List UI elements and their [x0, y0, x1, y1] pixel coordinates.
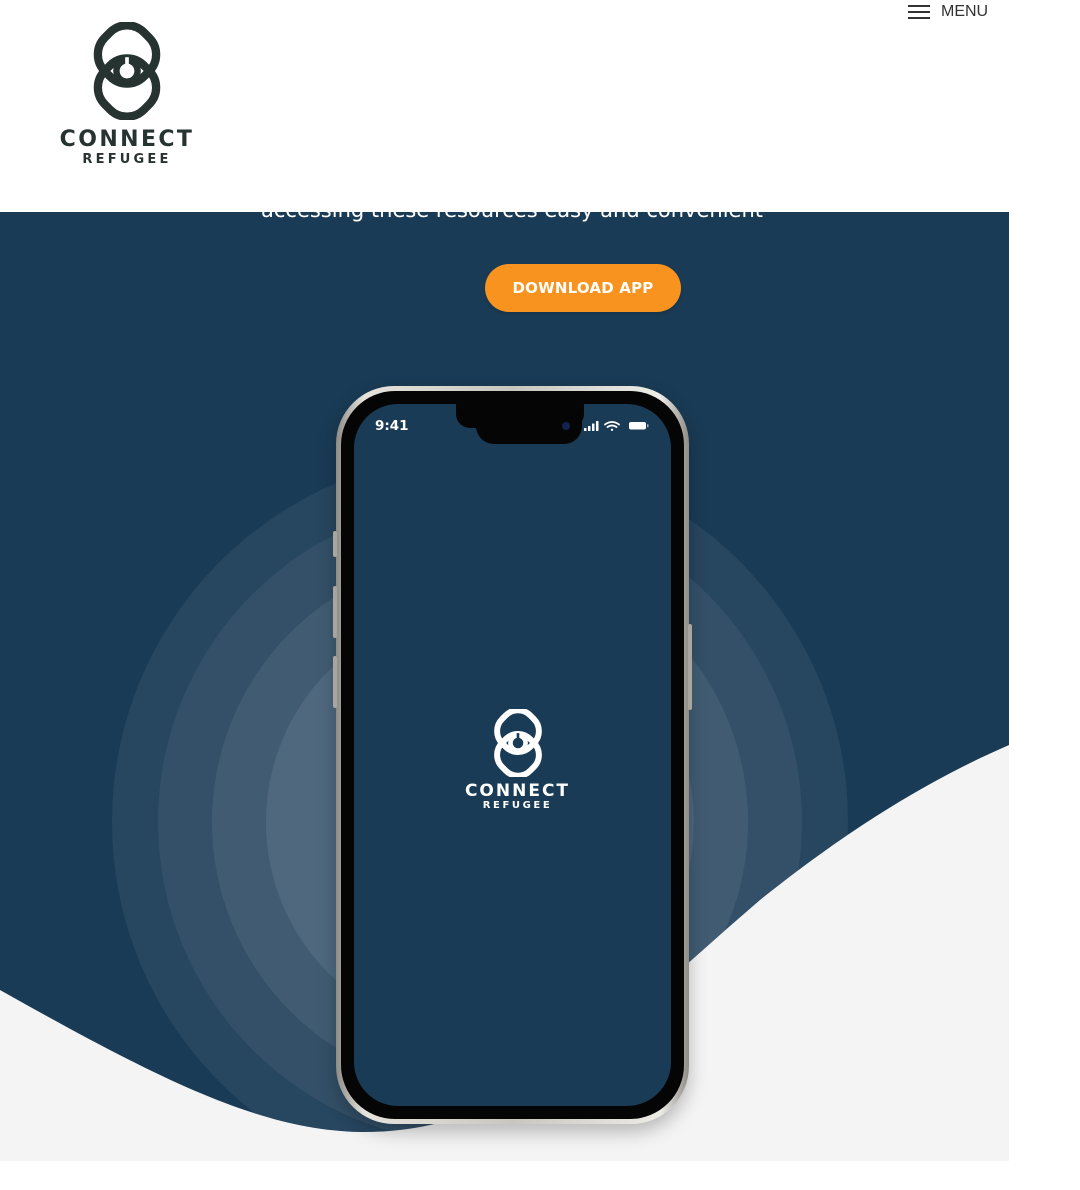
wifi-icon [604, 421, 620, 431]
logo-wordmark: CONNECT [59, 127, 195, 152]
site-header: CONNECT REFUGEE MENU [0, 0, 1009, 212]
phone-power-button [688, 624, 692, 710]
phone-notch [476, 404, 582, 444]
page: accessing these resources easy and conve… [0, 0, 1080, 1190]
signal-icon [584, 421, 599, 431]
status-icons [584, 421, 649, 431]
menu-toggle-button[interactable]: MENU [908, 0, 988, 24]
hamburger-icon [908, 4, 930, 20]
download-app-button[interactable]: DOWNLOAD APP [485, 264, 681, 312]
logo-subtitle: REFUGEE [82, 152, 172, 167]
battery-icon [629, 422, 649, 430]
page-viewport: accessing these resources easy and conve… [0, 0, 1009, 1161]
phone-mockup: 9:41 CONNECT REFUGEE [333, 386, 692, 1124]
menu-label: MENU [941, 3, 989, 20]
phone-mute-switch [333, 531, 337, 557]
connect-refugee-logo-icon [93, 22, 161, 120]
site-logo[interactable]: CONNECT REFUGEE [57, 22, 197, 174]
phone-screen: 9:41 CONNECT REFUGEE [354, 404, 671, 1106]
splash-logo: CONNECT REFUGEE [354, 709, 671, 812]
camera-icon [562, 422, 570, 430]
status-time: 9:41 [375, 418, 409, 434]
phone-volume-down [333, 656, 337, 708]
connect-refugee-logo-icon [493, 709, 542, 777]
splash-wordmark: CONNECT [464, 781, 571, 801]
phone-volume-up [333, 586, 337, 638]
splash-subtitle: REFUGEE [482, 800, 553, 811]
phone-bezel: 9:41 CONNECT REFUGEE [341, 391, 684, 1119]
